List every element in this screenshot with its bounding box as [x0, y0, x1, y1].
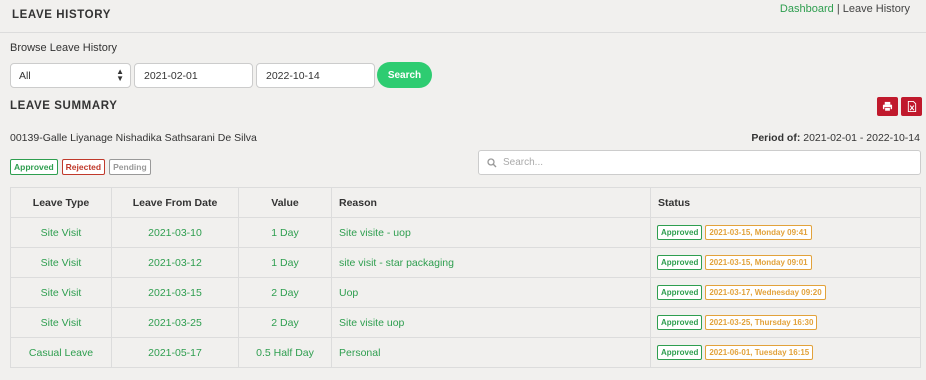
cell-value: 1 Day — [238, 247, 332, 278]
cell-from-date: 2021-05-17 — [111, 337, 239, 368]
status-date-badge: 2021-03-15, Monday 09:01 — [705, 255, 812, 270]
cell-from-date: 2021-03-10 — [111, 217, 239, 248]
to-date-input[interactable] — [256, 63, 375, 88]
table-search-input[interactable]: Search... — [478, 150, 921, 175]
employee-name: 00139-Galle Liyanage Nishadika Sathsaran… — [10, 132, 257, 144]
select-arrows-icon: ▲ ▼ — [116, 67, 124, 83]
cell-status: Approved 2021-03-17, Wednesday 09:20 — [650, 277, 921, 308]
table-row: Casual Leave 2021-05-17 0.5 Half Day Per… — [10, 337, 921, 368]
legend-approved: Approved — [10, 159, 58, 175]
breadcrumb-current: Leave History — [842, 3, 910, 15]
from-date-input[interactable] — [134, 63, 253, 88]
cell-value: 1 Day — [238, 217, 332, 248]
cell-status: Approved 2021-03-15, Monday 09:01 — [650, 247, 921, 278]
table-row: Site Visit 2021-03-25 2 Day Site visite … — [10, 307, 921, 338]
summary-title: LEAVE SUMMARY — [10, 100, 118, 112]
excel-export-button[interactable] — [901, 97, 922, 116]
col-leave-from-date[interactable]: Leave From Date — [111, 187, 239, 218]
leave-type-select[interactable]: All ▲ ▼ — [10, 63, 131, 88]
col-value[interactable]: Value — [238, 187, 332, 218]
cell-reason: Personal — [331, 337, 651, 368]
cell-from-date: 2021-03-15 — [111, 277, 239, 308]
cell-status: Approved 2021-03-25, Thursday 16:30 — [650, 307, 921, 338]
cell-value: 0.5 Half Day — [238, 337, 332, 368]
print-button[interactable] — [877, 97, 898, 116]
legend-rejected: Rejected — [61, 159, 106, 175]
cell-leave-type: Casual Leave — [10, 337, 112, 368]
leave-table: Leave Type Leave From Date Value Reason … — [10, 187, 921, 368]
col-status[interactable]: Status — [650, 187, 921, 218]
cell-from-date: 2021-03-12 — [111, 247, 239, 278]
status-date-badge: 2021-06-01, Tuesday 16:15 — [705, 345, 814, 360]
legend-pending: Pending — [109, 159, 151, 175]
browse-label: Browse Leave History — [10, 42, 117, 54]
cell-status: Approved 2021-03-15, Monday 09:41 — [650, 217, 921, 248]
search-icon — [487, 158, 497, 168]
cell-value: 2 Day — [238, 277, 332, 308]
col-leave-type[interactable]: Leave Type — [10, 187, 112, 218]
cell-from-date: 2021-03-25 — [111, 307, 239, 338]
col-reason[interactable]: Reason — [331, 187, 651, 218]
status-date-badge: 2021-03-17, Wednesday 09:20 — [705, 285, 826, 300]
status-date-badge: 2021-03-25, Thursday 16:30 — [705, 315, 818, 330]
table-row: Site Visit 2021-03-15 2 Day Uop Approved… — [10, 277, 921, 308]
status-badge: Approved — [657, 285, 703, 300]
header-divider — [0, 32, 926, 33]
table-header-row: Leave Type Leave From Date Value Reason … — [10, 187, 921, 218]
search-placeholder: Search... — [503, 157, 544, 168]
cell-value: 2 Day — [238, 307, 332, 338]
cell-reason: Site visite uop — [331, 307, 651, 338]
breadcrumb-separator: | — [836, 3, 840, 15]
status-badge: Approved — [657, 225, 703, 240]
table-row: Site Visit 2021-03-10 1 Day Site visite … — [10, 217, 921, 248]
period-info: Period of: 2021-02-01 - 2022-10-14 — [751, 132, 920, 144]
status-badge: Approved — [657, 345, 703, 360]
breadcrumb-dashboard-link[interactable]: Dashboard — [780, 3, 834, 15]
status-date-badge: 2021-03-15, Monday 09:41 — [705, 225, 812, 240]
status-legend: Approved Rejected Pending — [10, 159, 151, 175]
cell-reason: Uop — [331, 277, 651, 308]
leave-type-value: All — [19, 70, 31, 82]
cell-leave-type: Site Visit — [10, 277, 112, 308]
period-label: Period of: — [751, 132, 801, 144]
cell-leave-type: Site Visit — [10, 247, 112, 278]
breadcrumb: Dashboard | Leave History — [780, 3, 910, 15]
cell-reason: Site visite - uop — [331, 217, 651, 248]
excel-icon — [907, 101, 916, 112]
period-value: 2021-02-01 - 2022-10-14 — [803, 132, 920, 144]
search-button[interactable]: Search — [377, 62, 432, 88]
cell-status: Approved 2021-06-01, Tuesday 16:15 — [650, 337, 921, 368]
page-title: LEAVE HISTORY — [12, 9, 111, 21]
status-badge: Approved — [657, 255, 703, 270]
cell-leave-type: Site Visit — [10, 307, 112, 338]
cell-reason: site visit - star packaging — [331, 247, 651, 278]
status-badge: Approved — [657, 315, 703, 330]
table-row: Site Visit 2021-03-12 1 Day site visit -… — [10, 247, 921, 278]
print-icon — [882, 101, 893, 112]
cell-leave-type: Site Visit — [10, 217, 112, 248]
